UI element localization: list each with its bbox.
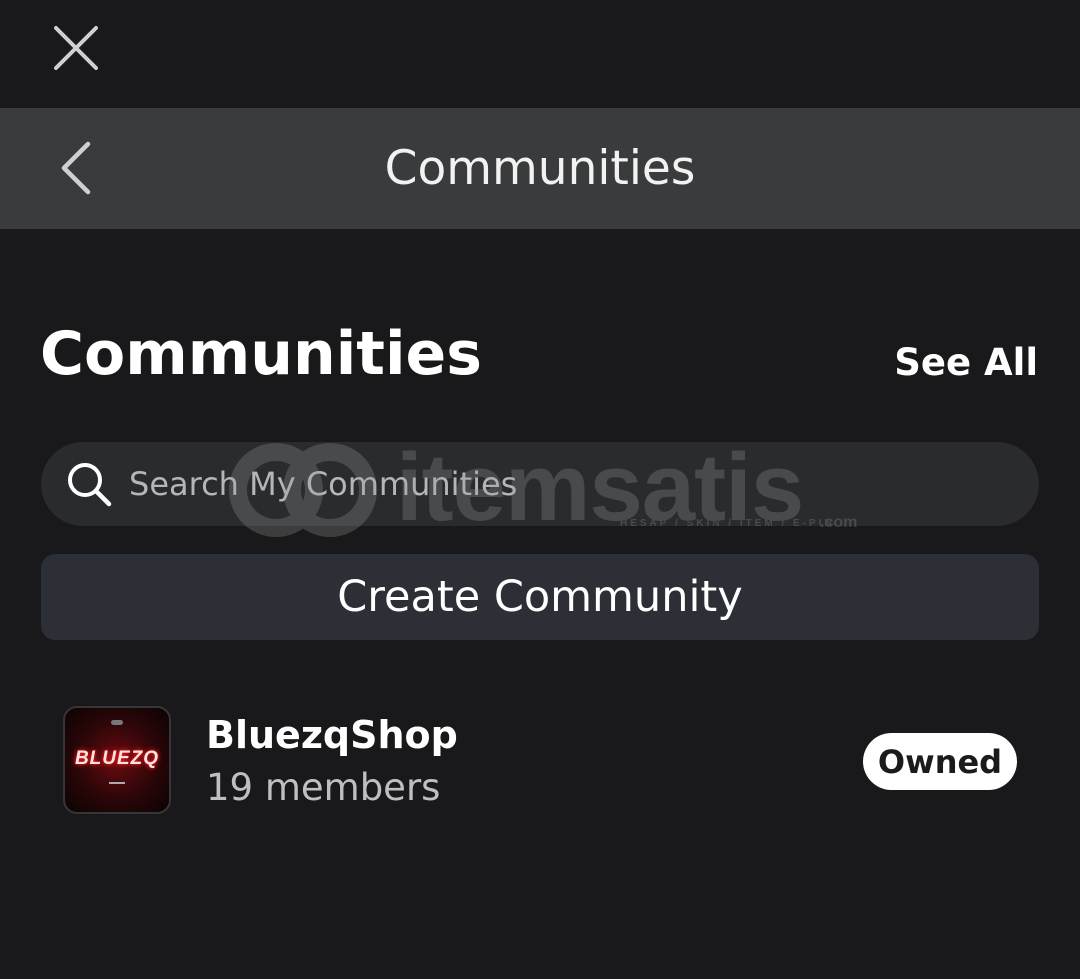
close-button[interactable]	[44, 16, 108, 80]
see-all-link[interactable]: See All	[894, 338, 1038, 388]
search-input[interactable]	[129, 442, 1039, 526]
back-button[interactable]	[44, 136, 108, 200]
create-community-button[interactable]: Create Community	[41, 554, 1039, 640]
communities-page: Communities Communities See All itemsati…	[0, 0, 1080, 979]
nav-title: Communities	[384, 141, 696, 196]
thumbnail-logo-text: BLUEZQ	[74, 748, 160, 769]
top-bar	[0, 0, 1080, 108]
thumbnail-line	[109, 782, 125, 784]
section-title: Communities	[40, 319, 482, 389]
thumbnail-dot	[111, 720, 123, 725]
search-box[interactable]	[41, 442, 1039, 526]
community-list-item[interactable]: BLUEZQ BluezqShop 19 members Owned	[40, 690, 1040, 830]
chevron-left-icon	[61, 141, 91, 195]
community-thumbnail: BLUEZQ	[63, 706, 171, 814]
search-icon	[65, 460, 113, 508]
community-name: BluezqShop	[206, 713, 458, 757]
owned-badge: Owned	[863, 733, 1017, 790]
close-icon	[54, 26, 98, 70]
community-member-count: 19 members	[206, 766, 441, 809]
navigation-bar: Communities	[0, 108, 1080, 229]
